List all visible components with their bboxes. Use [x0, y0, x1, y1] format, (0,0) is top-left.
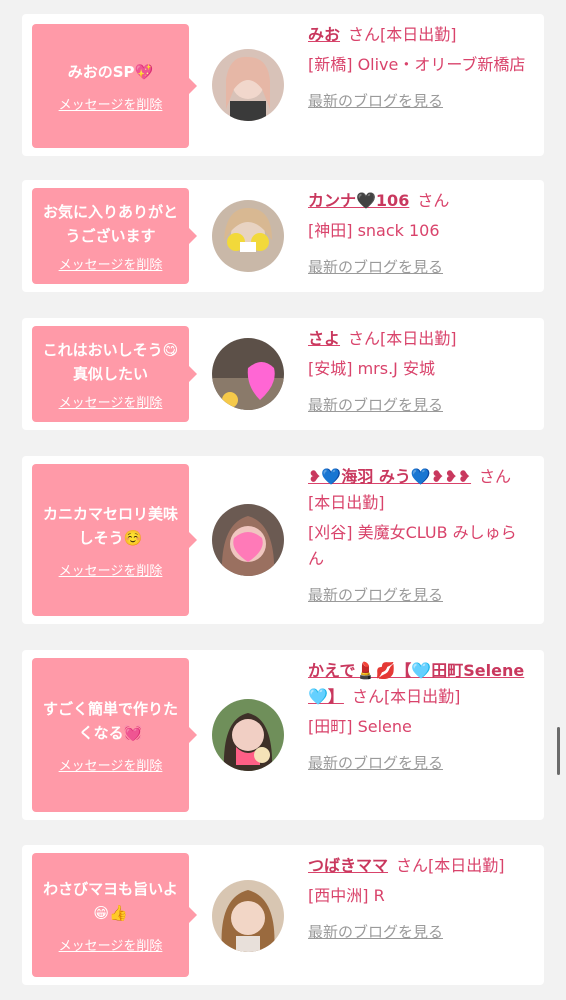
message-text: カニカマセロリ美味しそう☺️ [42, 504, 178, 547]
profile-info: かえで💄💋【🩵田町Selene🩵】 さん[本日出勤] [田町] Selene 最新… [308, 658, 530, 776]
blog-link[interactable]: 最新のブログを見る [308, 254, 443, 280]
message-bubble: カニカマセロリ美味しそう☺️ メッセージを削除 [32, 464, 197, 616]
message-card: わさびマヨも旨いよ😁👍 メッセージを削除 つばきママ さん[本日出勤] [西中洲]… [22, 845, 544, 985]
shop-name: [田町] Selene [308, 717, 412, 736]
message-card: お気に入りありがとうございます メッセージを削除 カンナ🖤106 さん [神田] … [22, 180, 544, 292]
girl-name-link[interactable]: つばきママ [308, 856, 388, 875]
message-bubble: お気に入りありがとうございます メッセージを削除 [32, 188, 197, 284]
girl-suffix: さん[本日出勤] [348, 25, 457, 44]
profile-info: ❥💙海羽 みう💙❥❥❥ さん[本日出勤] [刈谷] 美魔女CLUB みしゅらん 最… [308, 464, 530, 608]
message-bubble: みおのSP💖 メッセージを削除 [32, 24, 197, 148]
message-text: これはおいしそう😋真似したい [42, 340, 179, 383]
delete-message-link[interactable]: メッセージを削除 [59, 392, 163, 411]
message-card: すごく簡単で作りたくなる💓 メッセージを削除 かえで💄💋【🩵田町Selene🩵】… [22, 650, 544, 820]
girl-suffix: さん[本日出勤] [396, 856, 505, 875]
girl-suffix: さん [417, 191, 450, 210]
message-text: お気に入りありがとうございます [42, 202, 178, 245]
message-text: みおのSP💖 [67, 62, 154, 81]
blog-link[interactable]: 最新のブログを見る [308, 582, 443, 608]
message-bubble: すごく簡単で作りたくなる💓 メッセージを削除 [32, 658, 197, 812]
girl-suffix: さん[本日出勤] [348, 329, 457, 348]
message-card: みおのSP💖 メッセージを削除 みお さん[本日出勤] [新橋] Olive・オリ… [22, 14, 544, 156]
message-bubble: わさびマヨも旨いよ😁👍 メッセージを削除 [32, 853, 197, 977]
blog-link[interactable]: 最新のブログを見る [308, 750, 443, 776]
delete-message-link[interactable]: メッセージを削除 [59, 94, 163, 113]
delete-message-link[interactable]: メッセージを削除 [59, 755, 163, 774]
profile-info: みお さん[本日出勤] [新橋] Olive・オリーブ新橋店 最新のブログを見る [308, 22, 530, 114]
message-bubble: これはおいしそう😋真似したい メッセージを削除 [32, 326, 197, 422]
girl-suffix: さん[本日出勤] [351, 687, 461, 706]
avatar[interactable] [212, 49, 284, 121]
delete-message-link[interactable]: メッセージを削除 [59, 254, 163, 273]
profile-info: カンナ🖤106 さん [神田] snack 106 最新のブログを見る [308, 188, 530, 280]
blog-link[interactable]: 最新のブログを見る [308, 392, 443, 418]
scrollbar[interactable] [557, 727, 560, 775]
blog-link[interactable]: 最新のブログを見る [308, 88, 443, 114]
girl-name-link[interactable]: ❥💙海羽 みう💙❥❥❥ [308, 467, 471, 486]
shop-name: [安城] mrs.J 安城 [308, 359, 435, 378]
shop-name: [西中洲] R [308, 886, 385, 905]
message-card: これはおいしそう😋真似したい メッセージを削除 さよ さん[本日出勤] [安城] … [22, 318, 544, 430]
avatar[interactable] [212, 200, 284, 272]
avatar[interactable] [212, 504, 284, 576]
blog-link[interactable]: 最新のブログを見る [308, 919, 443, 945]
shop-name: [新橋] Olive・オリーブ新橋店 [308, 55, 526, 74]
girl-name-link[interactable]: みお [308, 25, 340, 44]
profile-info: つばきママ さん[本日出勤] [西中洲] R 最新のブログを見る [308, 853, 530, 945]
delete-message-link[interactable]: メッセージを削除 [59, 560, 163, 579]
girl-name-link[interactable]: さよ [308, 329, 340, 348]
shop-name: [神田] snack 106 [308, 221, 440, 240]
message-card: カニカマセロリ美味しそう☺️ メッセージを削除 ❥💙海羽 みう💙❥❥❥ さん[本日… [22, 456, 544, 624]
message-text: わさびマヨも旨いよ😁👍 [43, 879, 178, 922]
message-text: すごく簡単で作りたくなる💓 [42, 699, 178, 742]
avatar[interactable] [212, 699, 284, 771]
avatar[interactable] [212, 880, 284, 952]
girl-name-link[interactable]: カンナ🖤106 [308, 191, 409, 210]
profile-info: さよ さん[本日出勤] [安城] mrs.J 安城 最新のブログを見る [308, 326, 530, 418]
shop-name: [刈谷] 美魔女CLUB みしゅらん [308, 523, 517, 568]
delete-message-link[interactable]: メッセージを削除 [59, 935, 163, 954]
avatar[interactable] [212, 338, 284, 410]
